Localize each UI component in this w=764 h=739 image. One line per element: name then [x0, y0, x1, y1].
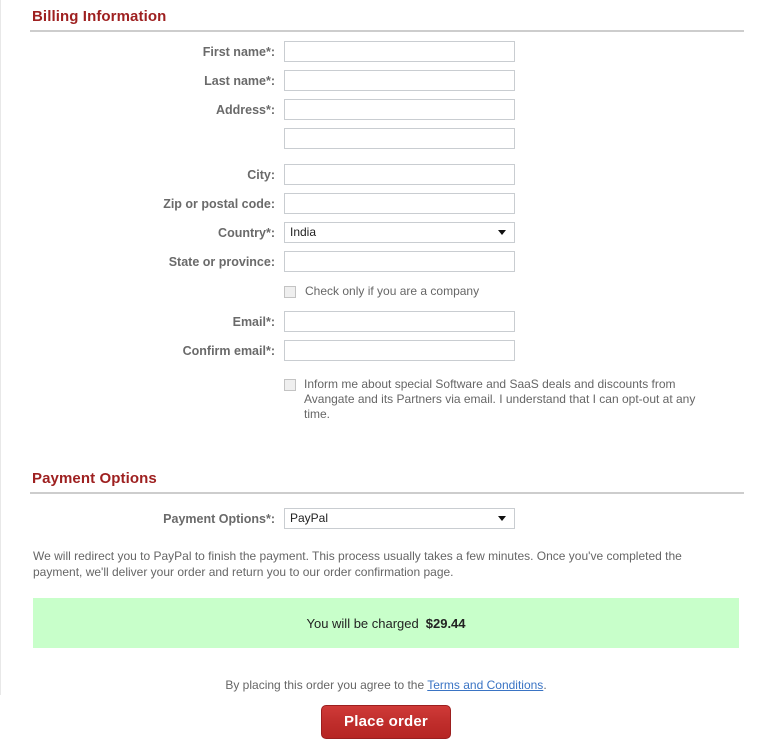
- form-row-city: City:: [8, 164, 764, 185]
- row-spacer: [8, 284, 284, 299]
- label-address: Address*:: [215, 102, 275, 117]
- form-row-zip: Zip or postal code:: [8, 193, 764, 214]
- charge-summary-box: You will be charged $29.44: [33, 598, 739, 648]
- terms-agreement-text: By placing this order you agree to the T…: [8, 678, 764, 692]
- email-input[interactable]: [284, 311, 515, 332]
- form-row-confirm-email: Confirm email*:: [8, 340, 764, 361]
- place-order-button[interactable]: Place order: [321, 705, 451, 739]
- newsletter-checkbox[interactable]: [284, 379, 296, 391]
- newsletter-checkbox-row: Inform me about special Software and Saa…: [8, 377, 764, 422]
- billing-information-section: Billing Information First name*: Last na…: [8, 0, 764, 422]
- last-name-input[interactable]: [284, 70, 515, 91]
- label-country: Country*:: [218, 225, 275, 240]
- checkout-page: Billing Information First name*: Last na…: [0, 0, 764, 739]
- form-row-last-name: Last name*:: [8, 70, 764, 91]
- terms-suffix: .: [543, 678, 547, 692]
- form-row-payment-options: Payment Options*: PayPal: [8, 508, 764, 529]
- form-row-address-2: [8, 128, 764, 149]
- row-spacer: [8, 377, 284, 422]
- label-last-name: Last name*:: [204, 73, 275, 88]
- form-row-address-1: Address*:: [8, 99, 764, 120]
- company-checkbox-label[interactable]: Check only if you are a company: [305, 284, 479, 299]
- payment-options-selected-value: PayPal: [290, 511, 329, 525]
- address-line-2-input[interactable]: [284, 128, 515, 149]
- chevron-down-icon: [498, 516, 506, 521]
- confirm-email-input[interactable]: [284, 340, 515, 361]
- charge-summary-text: You will be charged: [306, 615, 419, 631]
- field-state: [284, 251, 515, 272]
- country-selected-value: India: [290, 225, 317, 239]
- field-country: India: [284, 222, 515, 243]
- label-payment-options: Payment Options*:: [163, 511, 275, 526]
- field-address-2: [284, 128, 515, 149]
- label-state-province: State or province:: [168, 254, 275, 269]
- billing-form: First name*: Last name*: Address*: City:…: [8, 32, 764, 422]
- field-email: [284, 311, 515, 332]
- form-row-country: Country*: India: [8, 222, 764, 243]
- place-order-button-wrapper: Place order: [8, 705, 764, 739]
- charge-amount: $29.44: [425, 615, 466, 631]
- field-city: [284, 164, 515, 185]
- label-zip-code: Zip or postal code:: [163, 196, 275, 211]
- company-checkbox-row: Check only if you are a company: [8, 284, 764, 299]
- field-zip: [284, 193, 515, 214]
- field-first-name: [284, 41, 515, 62]
- field-last-name: [284, 70, 515, 91]
- payment-redirect-note: We will redirect you to PayPal to finish…: [33, 549, 682, 579]
- label-email: Email*:: [232, 314, 275, 329]
- zip-code-input[interactable]: [284, 193, 515, 214]
- field-address-1: [284, 99, 515, 120]
- first-name-input[interactable]: [284, 41, 515, 62]
- terms-prefix: By placing this order you agree to the: [225, 678, 428, 692]
- form-row-first-name: First name*:: [8, 41, 764, 62]
- label-city: City:: [247, 167, 275, 182]
- state-province-input[interactable]: [284, 251, 515, 272]
- field-confirm-email: [284, 340, 515, 361]
- form-row-state: State or province:: [8, 251, 764, 272]
- terms-and-conditions-link[interactable]: Terms and Conditions: [427, 678, 543, 692]
- payment-options-section: Payment Options Payment Options*: PayPal…: [8, 462, 764, 739]
- address-line-1-input[interactable]: [284, 99, 515, 120]
- newsletter-checkbox-label[interactable]: Inform me about special Software and Saa…: [304, 377, 724, 422]
- country-select[interactable]: India: [284, 222, 515, 243]
- billing-information-heading: Billing Information: [32, 8, 167, 25]
- city-input[interactable]: [284, 164, 515, 185]
- label-confirm-email: Confirm email*:: [182, 343, 275, 358]
- form-row-email: Email*:: [8, 311, 764, 332]
- payment-form: Payment Options*: PayPal: [8, 494, 764, 529]
- company-checkbox[interactable]: [284, 286, 296, 298]
- payment-options-heading: Payment Options: [32, 470, 157, 487]
- payment-options-select[interactable]: PayPal: [284, 508, 515, 529]
- field-payment-options: PayPal: [284, 508, 515, 529]
- label-first-name: First name*:: [202, 44, 275, 59]
- chevron-down-icon: [498, 230, 506, 235]
